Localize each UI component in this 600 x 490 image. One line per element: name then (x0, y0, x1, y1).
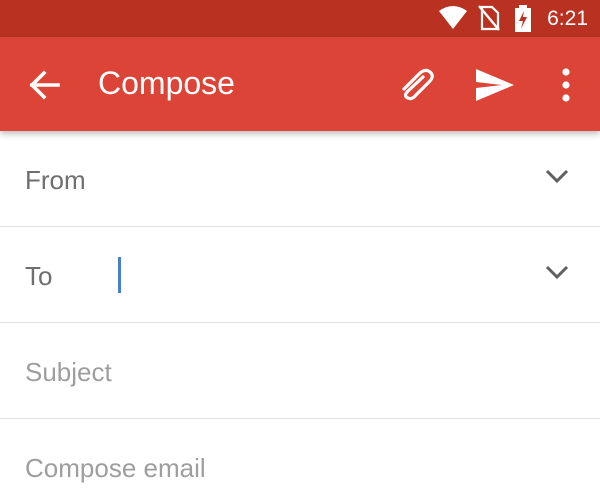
more-vert-icon[interactable] (556, 65, 576, 105)
status-bar: 6:21 (0, 0, 600, 37)
chevron-down-icon[interactable] (544, 263, 570, 281)
subject-field[interactable]: Subject (0, 323, 600, 419)
no-sim-icon (478, 5, 500, 31)
to-field[interactable]: To (0, 227, 600, 323)
back-arrow-icon[interactable] (24, 65, 64, 105)
send-icon[interactable] (474, 65, 516, 105)
compose-body-placeholder: Compose email (25, 453, 206, 483)
to-label: To (25, 261, 53, 291)
wifi-icon (439, 6, 467, 29)
from-field[interactable]: From (0, 131, 600, 227)
text-cursor (118, 257, 121, 293)
subject-placeholder: Subject (25, 357, 112, 387)
battery-charging-icon (515, 5, 531, 32)
attachment-icon[interactable] (395, 67, 437, 103)
app-bar: Compose (0, 37, 600, 131)
from-label: From (25, 165, 86, 195)
status-time: 6:21 (547, 7, 588, 30)
chevron-down-icon[interactable] (544, 167, 570, 185)
compose-body-field[interactable]: Compose email (0, 419, 600, 490)
page-title: Compose (98, 65, 235, 101)
